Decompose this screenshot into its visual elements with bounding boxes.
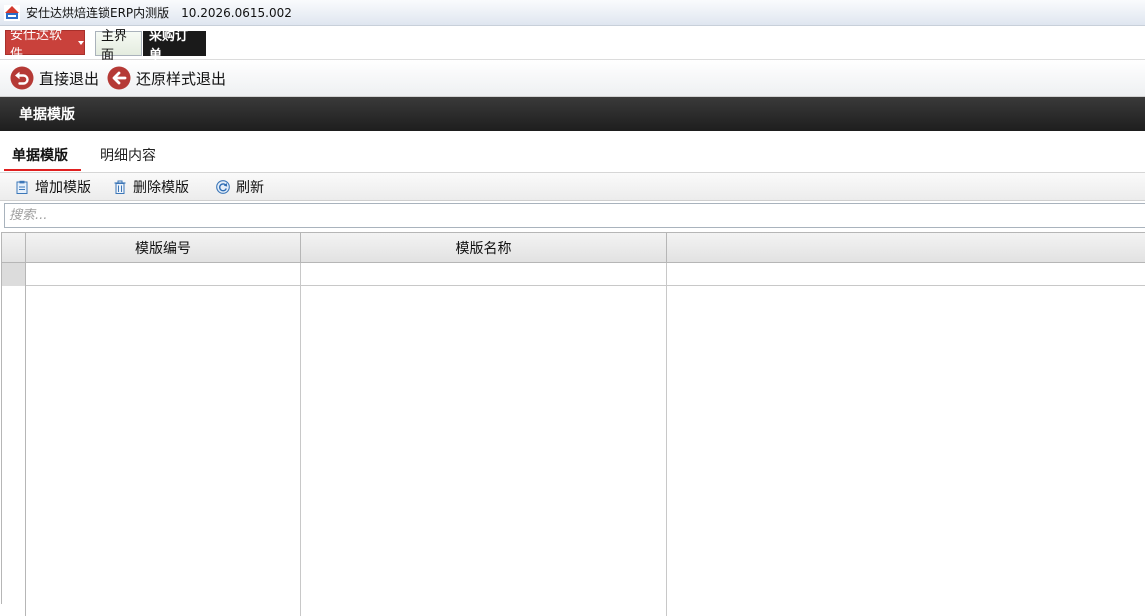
refresh-label: 刷新 xyxy=(236,180,264,196)
tab-label: 主界面 xyxy=(101,28,128,63)
subtab-document-template[interactable]: 单据模版 xyxy=(12,145,68,165)
row-indicator-header xyxy=(2,233,26,263)
subtab-detail-content[interactable]: 明细内容 xyxy=(100,145,156,165)
refresh-icon xyxy=(216,180,230,194)
table-row[interactable] xyxy=(2,263,1145,286)
tab-main-screen[interactable]: 主界面 xyxy=(95,29,142,63)
delete-template-button[interactable]: 删除模版 xyxy=(113,177,189,197)
search-input[interactable] xyxy=(4,203,1145,228)
restore-style-exit-button[interactable]: 还原样式退出 xyxy=(107,66,226,90)
app-logo-icon xyxy=(4,4,20,21)
subtabs: 单据模版 明细内容 xyxy=(0,131,1145,173)
brand-menu-label: 安仕达软件 xyxy=(10,27,63,62)
tab-label: 采购订单 xyxy=(149,28,189,63)
cell-template-name[interactable] xyxy=(301,263,667,286)
window-titlebar: 安仕达烘焙连锁ERP内测版 10.2026.0615.002 xyxy=(0,0,1145,26)
trash-icon xyxy=(114,180,126,194)
caret-down-icon xyxy=(78,40,84,45)
add-template-button[interactable]: 增加模版 xyxy=(15,177,91,197)
active-tab-indicator xyxy=(4,169,81,171)
template-grid: 模版编号 模版名称 xyxy=(1,232,1145,616)
tab-purchase-order[interactable]: 采购订单 xyxy=(143,29,206,63)
column-header-template-name[interactable]: 模版名称 xyxy=(301,233,667,263)
add-template-label: 增加模版 xyxy=(35,180,91,196)
menubar: 安仕达软件 主界面 采购订单 xyxy=(0,26,1145,63)
restore-style-exit-label: 还原样式退出 xyxy=(136,69,227,88)
brand-menu-button[interactable]: 安仕达软件 xyxy=(5,28,85,62)
column-header-template-code[interactable]: 模版编号 xyxy=(26,233,301,263)
delete-template-label: 删除模版 xyxy=(133,180,189,196)
grid-header: 模版编号 模版名称 xyxy=(2,233,1145,263)
column-divider xyxy=(25,286,26,616)
arrow-left-circle-icon xyxy=(107,66,131,90)
exit-button[interactable]: 直接退出 xyxy=(10,66,99,90)
refresh-button[interactable]: 刷新 xyxy=(216,177,264,197)
exit-label: 直接退出 xyxy=(39,69,100,88)
cell-template-code[interactable] xyxy=(26,263,301,286)
section-header: 单据模版 xyxy=(0,97,1145,131)
column-divider xyxy=(666,286,667,616)
undo-circle-icon xyxy=(10,66,34,90)
clipboard-add-icon xyxy=(16,180,28,194)
column-divider xyxy=(300,286,301,616)
action-bar: 增加模版 删除模版 刷新 xyxy=(0,173,1145,201)
row-indicator[interactable] xyxy=(2,263,26,286)
main-toolbar: 直接退出 还原样式退出 xyxy=(0,60,1145,97)
section-title: 单据模版 xyxy=(19,107,75,123)
window-title: 安仕达烘焙连锁ERP内测版 xyxy=(26,6,170,20)
column-header-blank xyxy=(667,233,1145,263)
window-version: 10.2026.0615.002 xyxy=(181,5,292,20)
